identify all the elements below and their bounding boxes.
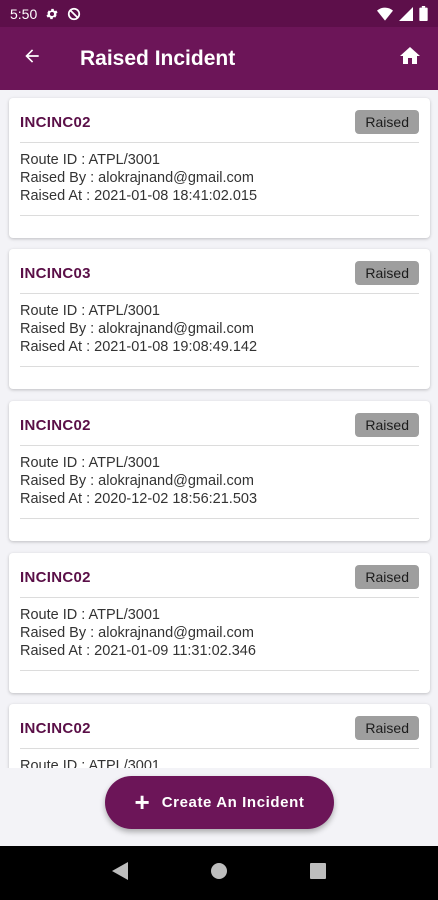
signal-icon (399, 6, 413, 21)
card-divider (20, 518, 419, 519)
raised-at: Raised At : 2020-12-02 18:56:21.503 (20, 491, 258, 507)
home-button[interactable] (382, 27, 438, 90)
incident-code: INCINC03 (20, 264, 91, 282)
incident-details: Route ID : ATPL/3001 Raised By : alokraj… (20, 606, 256, 660)
status-time: 5:50 (10, 5, 38, 22)
raised-at: Raised At : 2021-01-08 18:41:02.015 (20, 188, 258, 204)
card-divider (20, 142, 419, 143)
incident-code: INCINC02 (20, 568, 91, 586)
incident-details: Route ID : ATPL/3001 Raised By : alokraj… (20, 454, 257, 508)
app-bar: Raised Incident (0, 27, 438, 90)
incident-code: INCINC02 (20, 113, 91, 131)
card-divider (20, 748, 419, 749)
card-divider (20, 670, 419, 671)
incident-card[interactable]: INCINC02 Raised Route ID : ATPL/3001 Rai… (9, 98, 430, 238)
route-id: Route ID : ATPL/3001 (20, 152, 160, 168)
no-disturb-icon (67, 7, 81, 21)
status-badge: Raised (355, 261, 419, 285)
gear-icon (45, 7, 59, 21)
raised-at: Raised At : 2021-01-09 11:31:02.346 (20, 643, 256, 659)
incident-card[interactable]: INCINC02 Raised Route ID : ATPL/3001 Rai… (9, 401, 430, 541)
incident-list[interactable]: INCINC02 Raised Route ID : ATPL/3001 Rai… (0, 90, 438, 768)
incident-details: Route ID : ATPL/3001 (20, 757, 160, 768)
status-badge: Raised (355, 565, 419, 589)
raised-by: Raised By : alokrajnand@gmail.com (20, 170, 254, 186)
card-divider (20, 215, 419, 216)
raised-by: Raised By : alokrajnand@gmail.com (20, 473, 254, 489)
status-badge: Raised (355, 716, 419, 740)
nav-back-icon (111, 861, 128, 885)
raised-by: Raised By : alokrajnand@gmail.com (20, 321, 254, 337)
card-divider (20, 293, 419, 294)
route-id: Route ID : ATPL/3001 (20, 455, 160, 471)
incident-card[interactable]: INCINC03 Raised Route ID : ATPL/3001 Rai… (9, 249, 430, 389)
route-id: Route ID : ATPL/3001 (20, 607, 160, 623)
nav-home-icon (210, 862, 228, 885)
route-id: Route ID : ATPL/3001 (20, 758, 160, 768)
route-id: Route ID : ATPL/3001 (20, 303, 160, 319)
card-divider (20, 445, 419, 446)
card-divider (20, 366, 419, 367)
incident-details: Route ID : ATPL/3001 Raised By : alokraj… (20, 302, 257, 356)
plus-icon: + (134, 786, 150, 817)
raised-at: Raised At : 2021-01-08 19:08:49.142 (20, 339, 258, 355)
incident-code: INCINC02 (20, 416, 91, 434)
status-badge: Raised (355, 110, 419, 134)
page-title: Raised Incident (80, 46, 236, 70)
battery-icon (419, 6, 428, 21)
system-nav-bar (0, 846, 438, 900)
create-incident-label: Create An Incident (161, 794, 305, 811)
create-incident-button[interactable]: + Create An Incident (105, 776, 334, 829)
card-divider (20, 597, 419, 598)
nav-recents-button[interactable] (298, 853, 338, 893)
back-button[interactable] (0, 27, 64, 90)
nav-back-button[interactable] (100, 853, 140, 893)
incident-details: Route ID : ATPL/3001 Raised By : alokraj… (20, 151, 257, 205)
incident-card[interactable]: INCINC02 Raised Route ID : ATPL/3001 Rai… (9, 553, 430, 693)
status-badge: Raised (355, 413, 419, 437)
back-arrow-icon (22, 46, 42, 71)
nav-recents-icon (310, 862, 327, 884)
nav-home-button[interactable] (199, 853, 239, 893)
incident-card[interactable]: INCINC02 Raised Route ID : ATPL/3001 (9, 704, 430, 768)
home-icon (398, 44, 422, 73)
wifi-icon (377, 7, 393, 21)
raised-by: Raised By : alokrajnand@gmail.com (20, 625, 254, 641)
incident-code: INCINC02 (20, 719, 91, 737)
status-bar: 5:50 (0, 0, 438, 27)
